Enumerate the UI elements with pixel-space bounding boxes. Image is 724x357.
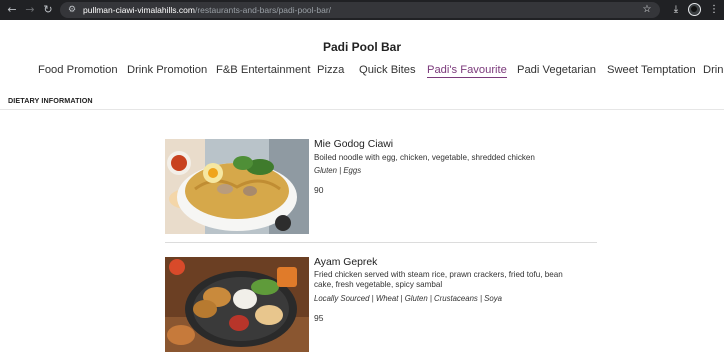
menu-item-name: Mie Godog Ciawi xyxy=(314,139,394,150)
menu-item-photo-fried-chicken xyxy=(165,257,309,352)
tab-pizza[interactable]: Pizza xyxy=(317,64,344,76)
tab-sweet-temptation[interactable]: Sweet Temptation xyxy=(607,64,696,76)
address-bar[interactable]: ⚙ pullman-ciawi-vimalahills.com/restaura… xyxy=(60,2,660,18)
back-icon[interactable]: ← xyxy=(4,2,20,18)
menu-item-description: Fried chicken served with steam rice, pr… xyxy=(314,270,563,289)
menu-item-name: Ayam Geprek xyxy=(314,257,378,268)
tab-food-promotion[interactable]: Food Promotion xyxy=(38,64,118,76)
tab-drink[interactable]: Drink xyxy=(703,64,724,76)
tab-padis-favourite[interactable]: Padi's Favourite xyxy=(427,64,507,78)
bookmark-star-icon[interactable]: ☆ xyxy=(640,2,654,18)
menu-item-dietary-tags: Gluten | Eggs xyxy=(314,166,362,175)
header-divider xyxy=(0,109,724,110)
download-icon[interactable]: ⤓ xyxy=(668,2,684,18)
tab-padi-vegetarian[interactable]: Padi Vegetarian xyxy=(517,64,596,76)
menu-item-price: 90 xyxy=(314,185,324,195)
menu-item-photo-noodle xyxy=(165,139,309,234)
url-text: pullman-ciawi-vimalahills.com/restaurant… xyxy=(83,2,331,18)
item-divider xyxy=(165,242,597,243)
menu-item-dietary-tags: Locally Sourced | Wheat | Gluten | Crust… xyxy=(314,294,502,303)
menu-kebab-icon[interactable]: ⋮ xyxy=(706,2,722,18)
tab-quick-bites[interactable]: Quick Bites xyxy=(359,64,416,76)
reload-icon[interactable]: ↻ xyxy=(40,2,56,18)
browser-toolbar: ← → ↻ ⚙ pullman-ciawi-vimalahills.com/re… xyxy=(0,0,724,20)
menu-item-price: 95 xyxy=(314,313,324,323)
url-path: /restaurants-and-bars/padi-pool-bar/ xyxy=(194,5,332,15)
site-info-icon[interactable]: ⚙ xyxy=(66,4,78,16)
tab-fb-entertainment[interactable]: F&B Entertainment xyxy=(216,64,311,76)
url-host: pullman-ciawi-vimalahills.com xyxy=(83,5,195,15)
menu-item-description: Boiled noodle with egg, chicken, vegetab… xyxy=(314,153,535,162)
tab-drink-promotion[interactable]: Drink Promotion xyxy=(127,64,207,76)
forward-icon[interactable]: → xyxy=(22,2,38,18)
page-title: Padi Pool Bar xyxy=(322,40,402,54)
dietary-information-link[interactable]: DIETARY INFORMATION xyxy=(8,96,93,105)
profile-avatar-icon[interactable] xyxy=(688,3,701,16)
